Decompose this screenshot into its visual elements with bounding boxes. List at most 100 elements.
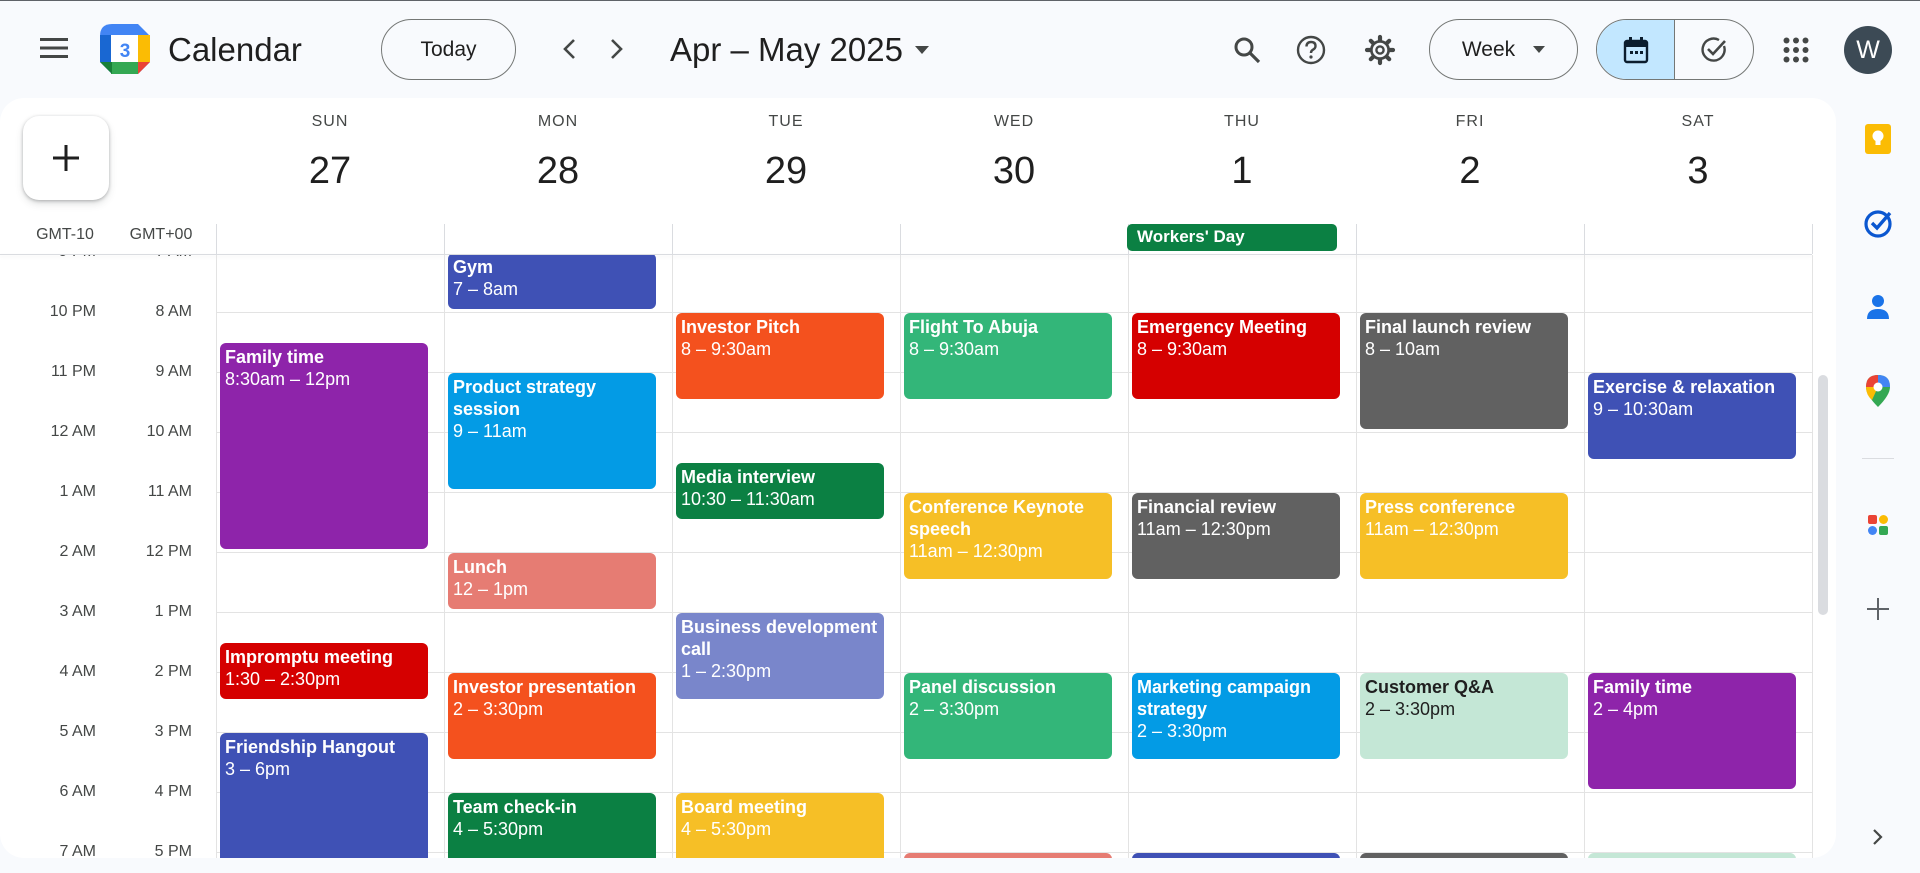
show-side-panel-button[interactable] (1858, 817, 1898, 857)
calendar-logo[interactable]: 3 (100, 24, 150, 74)
calendar-event[interactable]: Investor Pitch 8 – 9:30am (676, 313, 884, 399)
all-day-event[interactable]: Workers' Day (1127, 224, 1337, 251)
calendar-event[interactable]: Media interview 10:30 – 11:30am (676, 463, 884, 519)
day-header: WED 30 (900, 98, 1128, 222)
create-button[interactable] (23, 116, 109, 200)
calendar-event[interactable]: Family time 2 – 4pm (1588, 673, 1796, 789)
calendar-event[interactable]: Customer Q&A 2 – 3:30pm (1360, 673, 1568, 759)
time-label-primary: 5 AM (59, 723, 96, 740)
day-name: TUE (768, 113, 804, 130)
all-day-column-divider (216, 224, 217, 254)
day-header: SAT 3 (1584, 98, 1812, 222)
view-switcher[interactable]: Week (1429, 19, 1578, 80)
get-addons-button[interactable] (1858, 589, 1898, 629)
settings-button[interactable] (1356, 26, 1404, 74)
day-number[interactable]: 27 (216, 150, 444, 193)
time-label-primary: 2 AM (59, 543, 96, 560)
day-number[interactable]: 1 (1128, 150, 1356, 193)
previous-week-button[interactable] (546, 26, 592, 72)
tasks-button[interactable] (1858, 203, 1898, 243)
calendar-surface: SUN 27 MON 28 TUE 29 WED 30 THU 1 FRI 2 SAT 3 GMT-10 … (0, 98, 1836, 858)
calendar-event[interactable]: Family time 8:30am – 12pm (220, 343, 428, 549)
calendar-event[interactable]: Impromptu meeting 1:30 – 2:30pm (220, 643, 428, 699)
calendar-event[interactable]: Lunch 12 – 1pm (448, 553, 656, 609)
time-label-primary: 10 PM (49, 303, 96, 320)
event-time: 9 – 11am (453, 421, 527, 441)
event-time: 2 – 4pm (1593, 699, 1659, 719)
calendar-event[interactable]: Board meeting 4 – 5:30pm (676, 793, 884, 858)
time-label-primary: 6 AM (59, 783, 96, 800)
support-button[interactable] (1287, 26, 1335, 74)
calendar-event[interactable]: Friendship Hangout 3 – 6pm (220, 733, 428, 858)
event-time: 7 – 8am (453, 279, 519, 299)
event-title: Final launch review (1365, 317, 1532, 337)
time-label-secondary: 9 AM (155, 363, 192, 380)
calendar-event[interactable]: Gym 7 – 8am (448, 255, 656, 309)
app-title: Calendar (168, 31, 302, 68)
event-title: Customer Q&A (1365, 677, 1495, 697)
timezone-label-secondary: GMT+00 (129, 226, 193, 243)
day-number[interactable]: 29 (672, 150, 900, 193)
contacts-icon (1867, 295, 1889, 319)
calendar-event[interactable]: Exercise & relaxation 9 – 10:30am (1588, 373, 1796, 459)
calendar-event[interactable]: Marketing campaign strategy 2 – 3:30pm (1132, 673, 1340, 759)
day-name: MON (537, 113, 579, 130)
calendar-event[interactable]: Final launch review 8 – 10am (1360, 313, 1568, 429)
day-number[interactable]: 28 (444, 150, 672, 193)
event-time: 8 – 10am (1365, 339, 1441, 359)
chevron-left-icon (563, 39, 575, 59)
day-number[interactable]: 3 (1584, 150, 1812, 193)
event-title: Exercise & relaxation (1593, 377, 1776, 397)
day-name: WED (993, 113, 1035, 130)
gear-icon (1364, 34, 1396, 66)
maps-button[interactable] (1858, 371, 1898, 411)
day-number[interactable]: 30 (900, 150, 1128, 193)
tasks-view-toggle[interactable] (1675, 20, 1753, 79)
calendar-event[interactable]: Emergency Meeting 8 – 9:30am (1132, 313, 1340, 399)
calendar-icon (1623, 36, 1648, 63)
calendar-event[interactable]: Team check-in 4 – 5:30pm (448, 793, 656, 858)
grid-scrollbar[interactable] (1818, 375, 1828, 615)
calendar-event[interactable]: Financial review 11am – 12:30pm (1132, 493, 1340, 579)
calendar-event[interactable]: Press conference 11am – 12:30pm (1360, 493, 1568, 579)
addon-button[interactable] (1858, 505, 1898, 545)
main-menu-button[interactable] (30, 24, 78, 72)
event-title: Investor presentation (453, 677, 637, 697)
today-button[interactable]: Today (381, 19, 516, 80)
calendar-event[interactable]: Product strategy session 9 – 11am (448, 373, 656, 489)
all-day-column-divider (1584, 224, 1585, 254)
help-icon (1296, 35, 1326, 65)
event-title: Investor Pitch (681, 317, 801, 337)
calendar-view-toggle[interactable] (1597, 20, 1675, 79)
search-button[interactable] (1223, 26, 1271, 74)
date-range-picker[interactable]: Apr – May 2025 (670, 26, 929, 74)
calendar-event-partial[interactable] (904, 853, 1112, 858)
calendar-event-partial[interactable] (1588, 853, 1796, 858)
event-time: 1:30 – 2:30pm (225, 669, 341, 689)
date-range-label: Apr – May 2025 (670, 31, 903, 68)
time-label-secondary: 2 PM (154, 663, 192, 680)
account-avatar[interactable]: W (1844, 26, 1892, 74)
next-week-button[interactable] (594, 26, 640, 72)
calendar-event[interactable]: Panel discussion 2 – 3:30pm (904, 673, 1112, 759)
calendar-event-partial[interactable] (1132, 853, 1340, 858)
day-number[interactable]: 2 (1356, 150, 1584, 193)
calendar-event[interactable]: Investor presentation 2 – 3:30pm (448, 673, 656, 759)
svg-text:3: 3 (120, 41, 131, 62)
calendar-event[interactable]: Business development call 1 – 2:30pm (676, 613, 884, 699)
time-label-secondary: 4 PM (154, 783, 192, 800)
google-apps-button[interactable] (1772, 26, 1820, 74)
contacts-button[interactable] (1858, 287, 1898, 327)
caret-down-icon (914, 46, 929, 54)
add-icon (1867, 598, 1889, 620)
day-header: MON 28 (444, 98, 672, 222)
time-grid[interactable]: 9 PM 7 AM 10 PM 8 AM 11 PM 9 AM 12 AM 10 AM 1 AM… (0, 255, 1836, 858)
calendar-event[interactable]: Flight To Abuja 8 – 9:30am (904, 313, 1112, 399)
calendar-event-partial[interactable] (1360, 853, 1568, 858)
keep-button[interactable] (1858, 119, 1898, 159)
day-column-divider (1584, 255, 1585, 858)
day-column-divider (1812, 255, 1813, 858)
time-label-secondary: 11 AM (147, 483, 192, 500)
event-title: Financial review (1137, 497, 1277, 517)
calendar-event[interactable]: Conference Keynote speech 11am – 12:30pm (904, 493, 1112, 579)
